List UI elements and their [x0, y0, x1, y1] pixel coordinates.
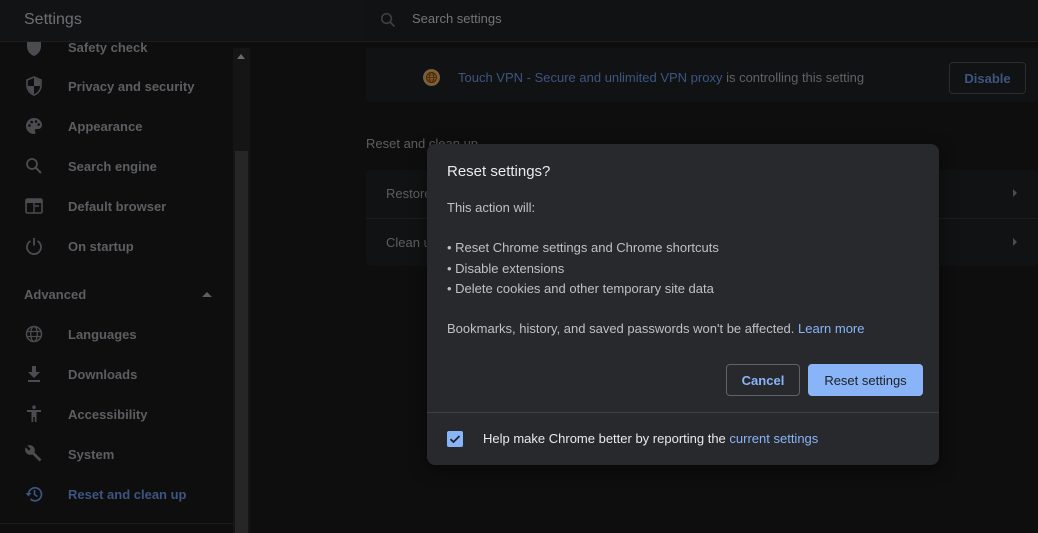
header: Settings — [0, 0, 1038, 42]
dialog-bullet: • Reset Chrome settings and Chrome short… — [447, 240, 719, 255]
app-title: Settings — [24, 11, 82, 28]
palette-icon — [24, 116, 44, 136]
search-icon — [380, 12, 396, 28]
sidebar-item-label: Safety check — [68, 42, 148, 55]
browser-window-icon — [24, 196, 44, 216]
history-icon — [24, 484, 44, 504]
dialog-note-text: Bookmarks, history, and saved passwords … — [447, 321, 799, 336]
sidebar-item-label: Search engine — [68, 158, 157, 174]
sidebar-item-label: Privacy and security — [68, 78, 195, 94]
dialog-bullet-list: • Reset Chrome settings and Chrome short… — [447, 238, 719, 300]
reset-settings-dialog: Reset settings? This action will: • Rese… — [427, 144, 939, 465]
dialog-bullet: • Delete cookies and other temporary sit… — [447, 281, 714, 296]
learn-more-link[interactable]: Learn more — [798, 321, 864, 336]
reset-settings-button[interactable]: Reset settings — [808, 364, 923, 396]
sidebar-item-label: Appearance — [68, 118, 143, 134]
scroll-up-arrow-icon[interactable] — [237, 54, 245, 59]
chevron-right-icon — [1013, 189, 1017, 197]
sidebar-item-accessibility[interactable]: Accessibility — [0, 394, 233, 434]
dialog-divider — [427, 412, 939, 413]
wrench-icon — [24, 444, 44, 464]
sidebar-item-languages[interactable]: Languages — [0, 314, 233, 354]
sidebar-item-system[interactable]: System — [0, 434, 233, 474]
sidebar-scrollbar[interactable] — [233, 48, 250, 533]
sidebar-item-default-browser[interactable]: Default browser — [0, 186, 233, 226]
dialog-intro: This action will: — [447, 200, 536, 215]
report-settings-checkbox[interactable] — [447, 431, 463, 447]
settings-app: Settings Safety check Privacy and securi… — [0, 0, 1038, 533]
download-icon — [24, 364, 44, 384]
sidebar-item-appearance[interactable]: Appearance — [0, 106, 233, 146]
advanced-section-toggle[interactable]: Advanced — [0, 274, 233, 314]
power-icon — [24, 236, 44, 256]
sidebar-item-label: On startup — [68, 238, 134, 254]
sidebar-item-label: Accessibility — [68, 406, 148, 422]
sidebar-divider — [0, 523, 233, 524]
sidebar-item-safety-check[interactable]: Safety check — [0, 42, 233, 67]
sidebar-item-label: Default browser — [68, 198, 167, 214]
sidebar-item-downloads[interactable]: Downloads — [0, 354, 233, 394]
accessibility-icon — [24, 404, 44, 424]
checkbox-text: Help make Chrome better by reporting the — [483, 431, 730, 446]
vpn-extension-icon — [423, 69, 440, 86]
chevron-up-icon — [202, 292, 212, 297]
dialog-note: Bookmarks, history, and saved passwords … — [447, 319, 865, 339]
sidebar: Safety check Privacy and security Appear… — [0, 42, 233, 533]
extension-name-link[interactable]: Touch VPN - Secure and unlimited VPN pro… — [458, 70, 722, 85]
extension-control-message: is controlling this setting — [722, 70, 865, 85]
shield-icon — [24, 76, 44, 96]
scrollbar-thumb[interactable] — [235, 151, 248, 533]
current-settings-link[interactable]: current settings — [729, 431, 818, 446]
shield-check-icon — [24, 42, 44, 57]
checkmark-icon — [449, 435, 461, 444]
advanced-label: Advanced — [24, 287, 87, 302]
sidebar-item-label: Languages — [68, 326, 137, 342]
sidebar-item-on-startup[interactable]: On startup — [0, 226, 233, 266]
search-box[interactable] — [366, 0, 1038, 40]
sidebar-item-search-engine[interactable]: Search engine — [0, 146, 233, 186]
sidebar-item-reset-and-clean-up[interactable]: Reset and clean up — [0, 474, 233, 514]
globe-icon — [24, 324, 44, 344]
sidebar-item-privacy-and-security[interactable]: Privacy and security — [0, 66, 233, 106]
cancel-button[interactable]: Cancel — [726, 364, 800, 396]
search-input[interactable] — [412, 11, 812, 26]
extension-control-banner: Touch VPN - Secure and unlimited VPN pro… — [366, 48, 1038, 102]
sidebar-item-label: Reset and clean up — [68, 486, 187, 502]
sidebar-item-label: System — [68, 446, 115, 462]
dialog-bullet: • Disable extensions — [447, 260, 565, 276]
disable-extension-button[interactable]: Disable — [949, 62, 1026, 94]
chevron-right-icon — [1013, 238, 1017, 246]
extension-control-text: Touch VPN - Secure and unlimited VPN pro… — [458, 70, 864, 85]
report-settings-label: Help make Chrome better by reporting the… — [483, 431, 818, 446]
sidebar-item-label: Downloads — [68, 366, 138, 382]
search-icon — [24, 156, 44, 176]
dialog-title: Reset settings? — [447, 163, 551, 180]
